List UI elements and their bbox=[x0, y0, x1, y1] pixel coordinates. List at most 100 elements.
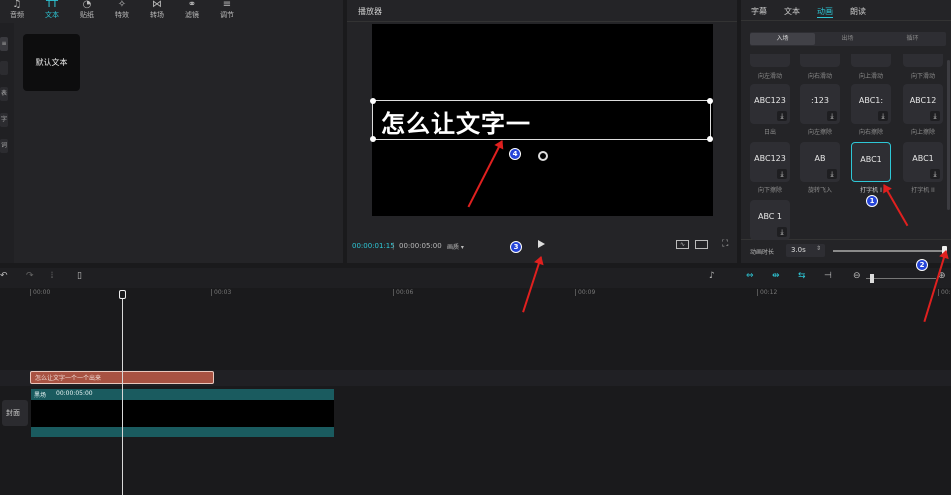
left-subnav: ≡ 表 字 词 bbox=[0, 23, 14, 263]
animation-card[interactable]: AB ⤓ bbox=[800, 142, 840, 182]
default-text-card[interactable]: 默认文本 bbox=[23, 34, 80, 91]
delete-icon[interactable]: ▯ bbox=[77, 271, 82, 281]
download-icon[interactable]: ⤓ bbox=[827, 111, 837, 121]
download-icon[interactable]: ⤓ bbox=[878, 111, 888, 121]
tab-2[interactable]: 动画 bbox=[817, 6, 833, 18]
toolbar-item-2[interactable]: ◔ 贴纸 bbox=[70, 0, 104, 20]
ruler-tick: 00:09 bbox=[578, 289, 596, 296]
animation-card[interactable]: ABC1 bbox=[851, 142, 891, 182]
video-clip-duration: 00:00:05:00 bbox=[56, 390, 93, 397]
link-track-icon[interactable]: ⇆ bbox=[798, 271, 806, 281]
animation-card[interactable]: :123 ⤓ bbox=[800, 84, 840, 124]
download-icon[interactable]: ⤓ bbox=[777, 111, 787, 121]
ruler-tick: 00:06 bbox=[396, 289, 414, 296]
toolbar-item-5[interactable]: ⚭ 滤镜 bbox=[175, 0, 209, 20]
cover-button[interactable]: 封面 bbox=[2, 400, 28, 426]
tab-0[interactable]: 字幕 bbox=[751, 6, 767, 17]
download-icon[interactable]: ⤓ bbox=[777, 169, 787, 179]
animation-card[interactable]: ABC123 ⤓ bbox=[750, 142, 790, 182]
link-main-icon[interactable]: ⇔ bbox=[746, 271, 754, 281]
timeline-toolbar: ↶ ↷ ⦙ ▯ ♪ ⇔ ⇹ ⇆ ⊣ ⊖ ⊕ bbox=[0, 268, 951, 288]
subnav-item-1[interactable]: ≡ bbox=[0, 37, 8, 51]
preview-axis-icon[interactable]: ⊣ bbox=[824, 271, 832, 281]
split-icon[interactable]: ⦙ bbox=[51, 271, 53, 281]
card-caption: 向上擦除 bbox=[910, 129, 935, 136]
waveform-icon[interactable]: ∿ bbox=[676, 240, 689, 249]
top-card-fragment[interactable] bbox=[800, 54, 840, 67]
duration-slider[interactable] bbox=[833, 246, 947, 256]
ruler-mark bbox=[211, 289, 212, 296]
ruler-mark bbox=[575, 289, 576, 296]
subnav-item-5[interactable]: 词 bbox=[0, 139, 8, 153]
text-clip-label: 怎么让文字一个一个出来 bbox=[35, 375, 102, 382]
redo-icon[interactable]: ↷ bbox=[26, 271, 34, 281]
play-button[interactable] bbox=[538, 240, 545, 248]
toolbar-item-1[interactable]: TT 文本 bbox=[35, 0, 69, 20]
annotation-badge-1: 1 bbox=[866, 195, 878, 207]
card-preview-text: ABC123 bbox=[754, 96, 786, 105]
duration-input[interactable]: 3.0s ⇕ bbox=[786, 244, 825, 257]
subtab-0[interactable]: 入场 bbox=[750, 33, 815, 45]
grid-scrollbar[interactable] bbox=[947, 60, 950, 210]
quality-dropdown[interactable]: 画质 ▾ bbox=[447, 242, 464, 251]
download-icon[interactable]: ⤓ bbox=[777, 227, 787, 237]
subnav-item-3[interactable]: 表 bbox=[0, 87, 8, 101]
toolbar-label: 贴纸 bbox=[80, 11, 94, 19]
download-icon[interactable]: ⤓ bbox=[827, 169, 837, 179]
top-card-fragment[interactable] bbox=[903, 54, 943, 67]
animation-card[interactable]: ABC123 ⤓ bbox=[750, 84, 790, 124]
subtab-1[interactable]: 出场 bbox=[815, 33, 880, 45]
card-caption: 向左擦除 bbox=[807, 129, 832, 136]
card-preview-text: ABC123 bbox=[754, 154, 786, 163]
zoom-slider[interactable] bbox=[866, 274, 936, 283]
player-title-divider bbox=[347, 21, 737, 22]
fullscreen-icon[interactable]: ⛶ bbox=[722, 239, 728, 249]
resize-handle-br[interactable] bbox=[707, 136, 713, 142]
tab-1[interactable]: 文本 bbox=[784, 6, 800, 17]
subnav-item-4[interactable]: 字 bbox=[0, 113, 8, 127]
snap-icon[interactable]: ⇹ bbox=[772, 271, 780, 281]
ruler-mark bbox=[757, 289, 758, 296]
playhead-handle[interactable] bbox=[119, 290, 126, 299]
ruler-tick: 00:12 bbox=[760, 289, 778, 296]
card-preview-text: ABC12 bbox=[909, 96, 937, 105]
download-icon[interactable]: ⤓ bbox=[930, 169, 940, 179]
card-caption: 向下滑动 bbox=[910, 73, 935, 80]
animation-card[interactable]: ABC1 ⤓ bbox=[903, 142, 943, 182]
toolbar-item-4[interactable]: ⋈ 转场 bbox=[140, 0, 174, 20]
overlay-text: 怎么让文字一 bbox=[381, 110, 531, 138]
resize-handle-tl[interactable] bbox=[370, 98, 376, 104]
card-preview-text: :123 bbox=[811, 96, 829, 105]
stepper-icon[interactable]: ⇕ bbox=[816, 245, 821, 252]
top-card-fragment[interactable] bbox=[851, 54, 891, 67]
playhead[interactable] bbox=[119, 290, 126, 495]
toolbar-item-0[interactable]: ♫ 音频 bbox=[0, 0, 34, 20]
microphone-icon[interactable]: ♪ bbox=[709, 271, 715, 281]
animation-card[interactable]: ABC1: ⤓ bbox=[851, 84, 891, 124]
timeline-ruler[interactable]: 00:00 00:03 00:06 00:09 00:12 00:15 bbox=[0, 288, 951, 300]
animation-card[interactable]: ABC12 ⤓ bbox=[903, 84, 943, 124]
toolbar-item-6[interactable]: ≡ 调节 bbox=[210, 0, 244, 20]
download-icon[interactable]: ⤓ bbox=[930, 111, 940, 121]
duration-value: 3.0s bbox=[791, 246, 806, 254]
card-preview-text: ABC1: bbox=[858, 96, 884, 105]
aspect-ratio-icon[interactable] bbox=[695, 240, 708, 249]
zoom-out-icon[interactable]: ⊖ bbox=[853, 271, 861, 281]
resize-handle-bl[interactable] bbox=[370, 136, 376, 142]
subtab-2[interactable]: 循环 bbox=[880, 33, 945, 45]
undo-icon[interactable]: ↶ bbox=[0, 271, 8, 281]
video-canvas[interactable]: 怎么让文字一 bbox=[370, 24, 713, 216]
quality-label: 画质 bbox=[447, 244, 460, 251]
text-selection-box[interactable]: 怎么让文字一 bbox=[370, 98, 713, 142]
filter-icon: ⚭ bbox=[187, 0, 197, 10]
video-clip[interactable]: 黑场 00:00:05:00 bbox=[31, 389, 334, 437]
tab-3[interactable]: 朗读 bbox=[850, 6, 866, 17]
resize-handle-tr[interactable] bbox=[707, 98, 713, 104]
animation-card[interactable]: ABC 1 ⤓ bbox=[750, 200, 790, 240]
toolbar-item-3[interactable]: ✧ 特效 bbox=[105, 0, 139, 20]
subnav-item-2[interactable] bbox=[0, 61, 8, 75]
zoom-thumb[interactable] bbox=[870, 274, 874, 283]
top-card-fragment[interactable] bbox=[750, 54, 790, 67]
video-clip-header: 黑场 00:00:05:00 bbox=[31, 389, 334, 400]
rotate-handle-icon[interactable] bbox=[538, 151, 548, 161]
